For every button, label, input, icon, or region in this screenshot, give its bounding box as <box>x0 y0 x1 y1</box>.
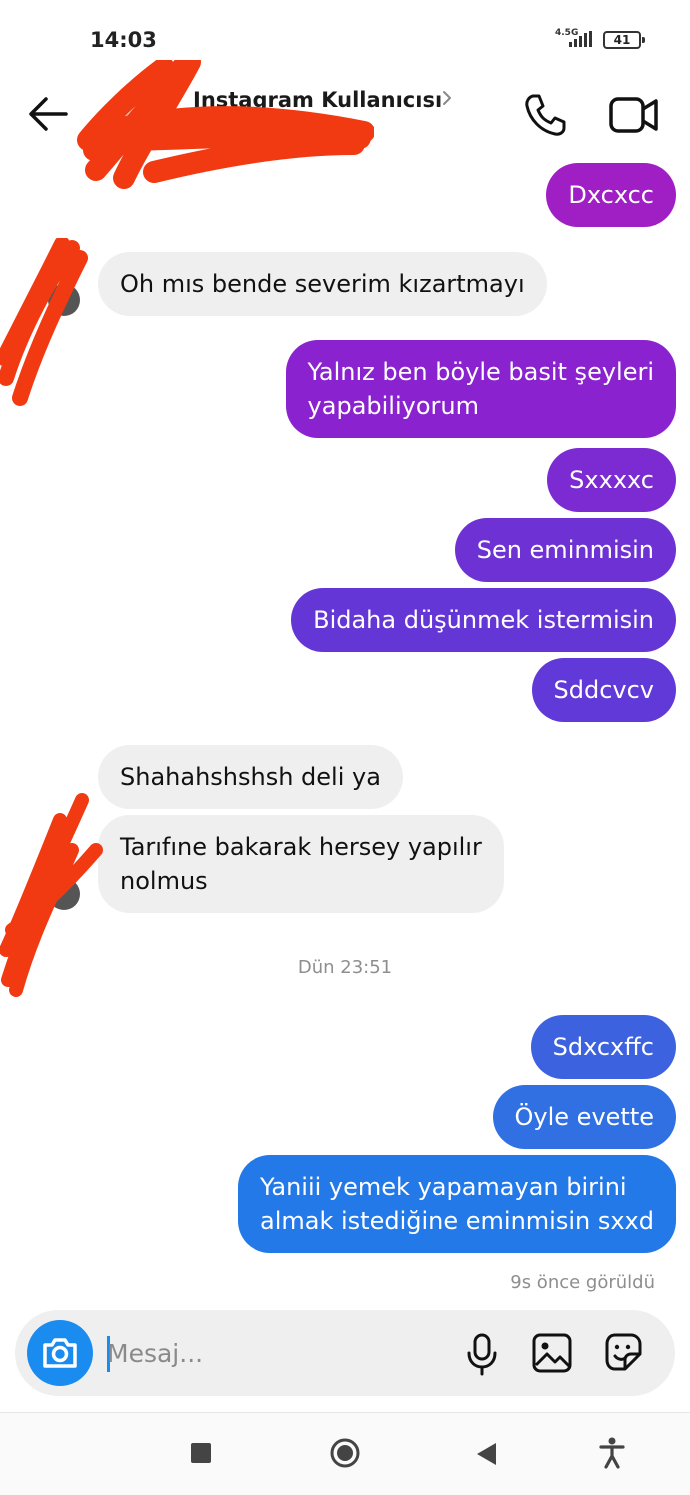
sent-message[interactable]: Yaniii yemek yapamayan birini almak iste… <box>238 1155 676 1253</box>
sent-message[interactable]: Sdxcxffc <box>530 1015 676 1079</box>
image-gallery-icon[interactable] <box>531 1332 573 1374</box>
sent-message[interactable]: Öyle evette <box>492 1085 676 1149</box>
received-message[interactable]: Oh mıs bende severim kızartmayı <box>98 252 547 316</box>
recents-icon[interactable] <box>191 1443 211 1463</box>
microphone-icon[interactable] <box>465 1332 499 1376</box>
status-time: 14:03 <box>90 28 157 52</box>
system-nav-bar <box>0 1412 690 1495</box>
arrow-left-icon[interactable] <box>26 94 70 134</box>
home-icon[interactable] <box>329 1437 361 1469</box>
sent-message[interactable]: Dxcxcc <box>546 163 676 227</box>
seen-status: 9s önce görüldü <box>510 1272 655 1293</box>
nav-back-icon[interactable] <box>474 1441 498 1467</box>
sticker-icon[interactable] <box>601 1330 645 1374</box>
sent-message[interactable]: Sxxxxc <box>547 448 676 512</box>
sent-message[interactable]: Sddcvcv <box>531 658 676 722</box>
received-message[interactable]: Shahahshshsh deli ya <box>98 745 403 809</box>
phone-icon[interactable] <box>522 92 568 138</box>
camera-icon <box>43 1338 77 1368</box>
accessibility-icon[interactable] <box>598 1437 626 1469</box>
video-camera-icon[interactable] <box>608 94 660 136</box>
battery-icon: 41 <box>603 31 645 49</box>
chat-header: Instagram Kullanıcısı <box>0 60 690 189</box>
signal-icon <box>569 31 592 47</box>
timestamp-divider: Dün 23:51 <box>297 957 393 978</box>
camera-button[interactable] <box>27 1320 93 1386</box>
message-thread: Dxcxcc Oh mıs bende severim kızartmayı Y… <box>0 160 690 1310</box>
sent-message[interactable]: Bidaha düşünmek istermisin <box>291 588 676 652</box>
sent-message[interactable]: Sen eminmisin <box>454 518 676 582</box>
message-input[interactable] <box>107 1330 427 1376</box>
received-message[interactable]: Tarıfıne bakarak hersey yapılır nolmus <box>98 815 504 913</box>
chevron-right-icon[interactable] <box>440 88 454 108</box>
message-composer <box>15 1310 675 1396</box>
redaction-scribble <box>0 238 88 406</box>
sent-message[interactable]: Yalnız ben böyle basit şeyleri yapabiliy… <box>285 340 676 438</box>
